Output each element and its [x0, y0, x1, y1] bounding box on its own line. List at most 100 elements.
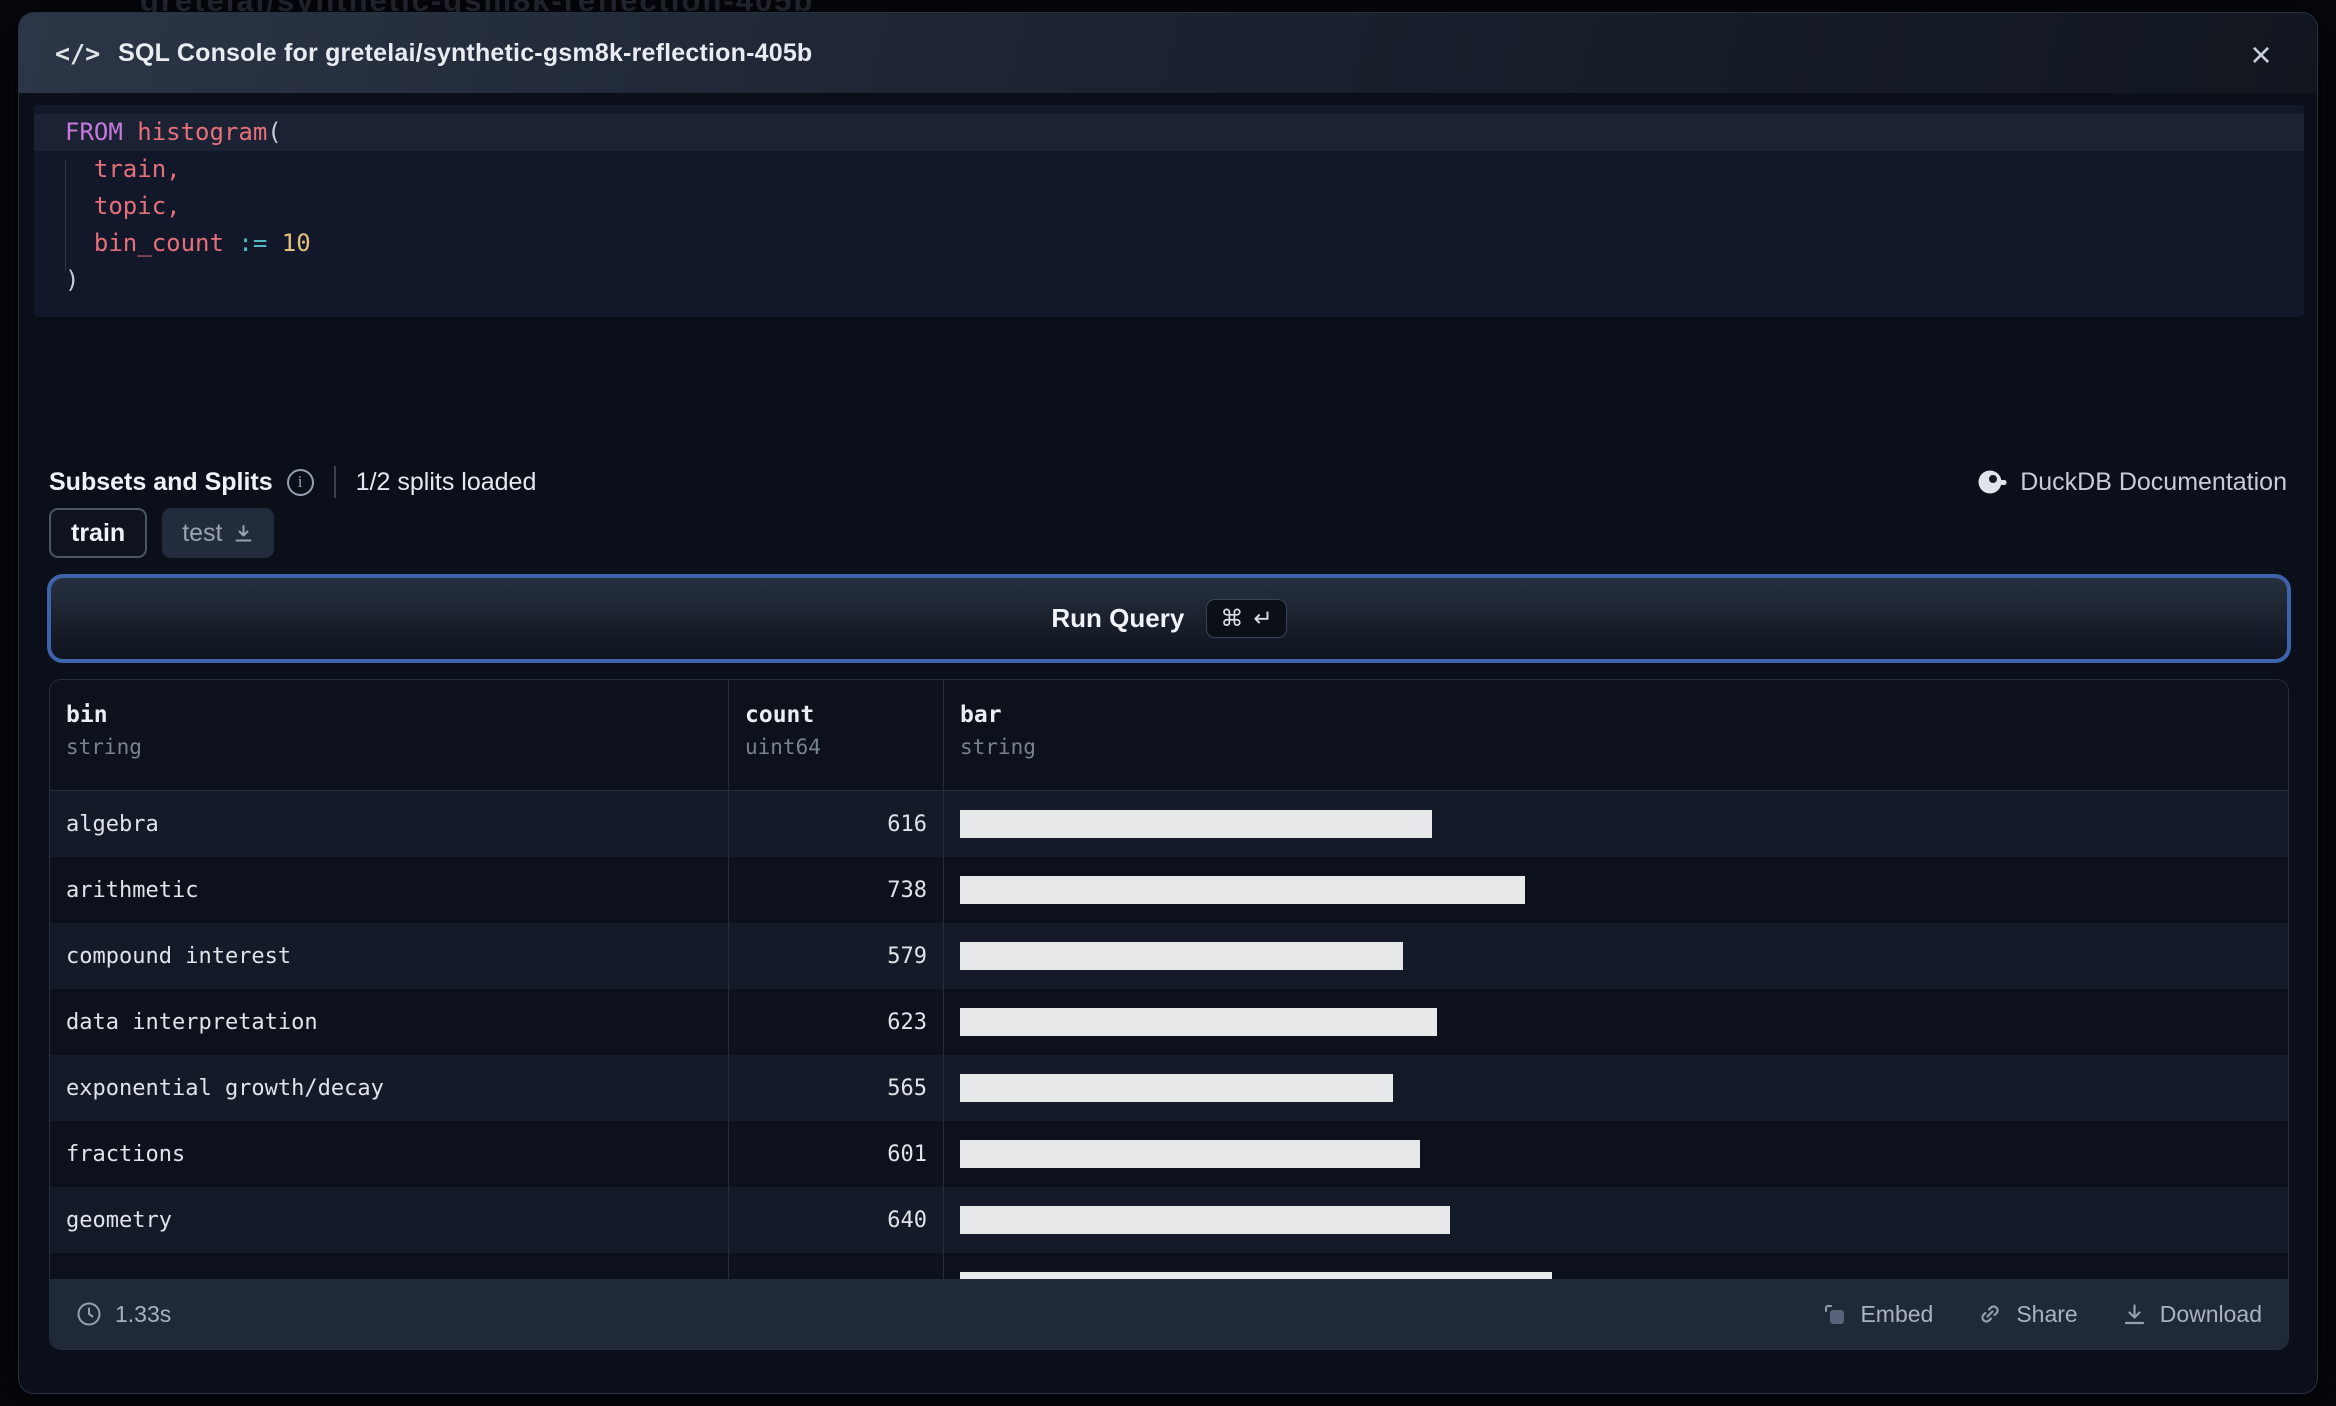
- footer-actions: Embed Share Download: [1822, 1301, 2262, 1328]
- histogram-bar: [960, 1008, 1437, 1036]
- column-name: bar: [960, 702, 1002, 728]
- cell-bin: arithmetic: [50, 857, 729, 923]
- sql-console-modal: </> SQL Console for gretelai/synthetic-g…: [18, 12, 2318, 1394]
- histogram-bar: [960, 1206, 1450, 1234]
- subsets-row: Subsets and Splits i 1/2 splits loaded D…: [49, 460, 2287, 504]
- cell-bin: compound interest: [50, 923, 729, 989]
- splits-row: train test: [49, 508, 275, 558]
- cell-count: 579: [729, 923, 944, 989]
- share-link-icon: [1981, 1305, 1999, 1323]
- cell-bin: data interpretation: [50, 989, 729, 1055]
- results-table-header: bin string count uint64 bar string: [50, 680, 2288, 791]
- embed-icon: [1825, 1304, 1845, 1324]
- cmd-key-icon: ⌘: [1220, 605, 1244, 631]
- column-header-bar: bar string: [944, 680, 2288, 790]
- histogram-bar: [960, 810, 1432, 838]
- embed-label: Embed: [1860, 1300, 1934, 1327]
- share-button[interactable]: Share: [1977, 1300, 2078, 1328]
- cell-bin: algebra: [50, 791, 729, 857]
- download-label: Download: [2159, 1300, 2262, 1327]
- table-row: geometry 640: [50, 1187, 2288, 1253]
- table-row: exponential growth/decay 565: [50, 1055, 2288, 1121]
- enter-key-icon: ↵: [1253, 605, 1273, 631]
- run-query-label: Run Query: [1051, 603, 1185, 633]
- download-button[interactable]: Download: [2122, 1301, 2262, 1328]
- info-icon[interactable]: i: [286, 468, 314, 496]
- histogram-bar: [960, 1140, 1420, 1168]
- code-line: bin_count := 10: [34, 225, 2304, 262]
- cell-bin: geometry: [50, 1187, 729, 1253]
- splits-loaded-status: 1/2 splits loaded: [355, 467, 537, 496]
- code-token: (: [267, 118, 282, 146]
- code-line: FROM histogram(: [34, 114, 2304, 151]
- cell-count: 623: [729, 989, 944, 1055]
- embed-button[interactable]: Embed: [1822, 1301, 1933, 1328]
- split-label: test: [182, 518, 223, 547]
- indent-guide: [65, 160, 66, 271]
- cell-count: 738: [729, 857, 944, 923]
- cell-count: 616: [729, 791, 944, 857]
- code-token: train,: [65, 155, 181, 183]
- code-icon: </>: [55, 38, 101, 68]
- table-row: algebra 616: [50, 791, 2288, 857]
- histogram-bar: [960, 942, 1403, 970]
- cell-count: 640: [729, 1187, 944, 1253]
- histogram-bar: [960, 1074, 1393, 1102]
- code-token: ): [65, 266, 80, 294]
- code-line: topic,: [34, 188, 2304, 225]
- table-row: compound interest 579: [50, 923, 2288, 989]
- run-query-button[interactable]: Run Query ⌘ ↵: [47, 574, 2291, 663]
- split-chip-test[interactable]: test: [162, 508, 275, 558]
- cell-bar: [944, 1055, 2288, 1121]
- duckdb-doc-label: DuckDB Documentation: [2020, 467, 2287, 496]
- sql-editor[interactable]: FROM histogram( train, topic, bin_count …: [34, 105, 2304, 317]
- split-chip-train[interactable]: train: [49, 508, 148, 558]
- histogram-bar: [960, 876, 1525, 904]
- column-type: uint64: [745, 735, 821, 759]
- sql-code: FROM histogram( train, topic, bin_count …: [34, 105, 2304, 299]
- code-line: ): [34, 262, 2304, 299]
- modal-header: </> SQL Console for gretelai/synthetic-g…: [19, 13, 2317, 93]
- subsets-title: Subsets and Splits: [49, 467, 273, 496]
- divider: [333, 466, 336, 498]
- cell-bar: [944, 1121, 2288, 1187]
- query-time-value: 1.33s: [115, 1300, 172, 1327]
- code-token: histogram: [137, 118, 268, 146]
- results-table-body: algebra 616 arithmetic 738 compound interest…: [50, 791, 2288, 1319]
- duckdb-logo-icon: [1978, 470, 2007, 494]
- share-label: Share: [2016, 1300, 2078, 1327]
- duckdb-doc-link[interactable]: DuckDB Documentation: [1977, 467, 2287, 497]
- code-token: :=: [238, 229, 282, 257]
- cell-bar: [944, 791, 2288, 857]
- cell-bin: exponential growth/decay: [50, 1055, 729, 1121]
- code-line: train,: [34, 151, 2304, 188]
- column-type: string: [66, 735, 142, 759]
- results-footer: 1.33s Embed Share Download: [50, 1279, 2288, 1349]
- column-name: count: [745, 702, 815, 728]
- code-token: 10: [281, 229, 311, 257]
- cell-bar: [944, 989, 2288, 1055]
- cell-bar: [944, 1187, 2288, 1253]
- code-token: topic,: [65, 192, 181, 220]
- column-type: string: [960, 735, 1036, 759]
- code-token: bin_count: [65, 229, 239, 257]
- download-icon: [2124, 1303, 2144, 1324]
- results-card: bin string count uint64 bar string algebra 616…: [49, 679, 2289, 1350]
- column-name: bin: [66, 702, 108, 728]
- split-label: train: [71, 518, 126, 547]
- modal-title: SQL Console for gretelai/synthetic-gsm8k…: [118, 38, 813, 67]
- close-icon[interactable]: ×: [2239, 33, 2283, 77]
- column-header-count: count uint64: [729, 680, 944, 790]
- keyboard-shortcut-badge: ⌘ ↵: [1206, 599, 1287, 638]
- cell-bin: fractions: [50, 1121, 729, 1187]
- code-token: FROM: [65, 118, 123, 146]
- query-time: 1.33s: [76, 1301, 171, 1328]
- table-row: data interpretation 623: [50, 989, 2288, 1055]
- table-row: fractions 601: [50, 1121, 2288, 1187]
- cell-count: 601: [729, 1121, 944, 1187]
- cell-bar: [944, 923, 2288, 989]
- table-row: arithmetic 738: [50, 857, 2288, 923]
- cell-bar: [944, 857, 2288, 923]
- cell-count: 565: [729, 1055, 944, 1121]
